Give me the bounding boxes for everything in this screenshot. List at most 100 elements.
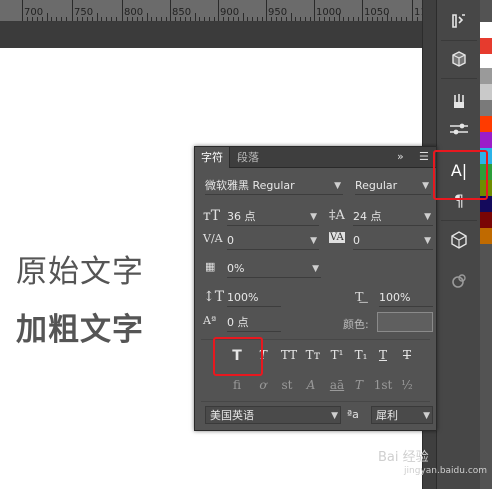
paths-icon[interactable] — [444, 268, 474, 294]
3d-object-icon[interactable] — [444, 46, 474, 72]
baseline-shift-field[interactable]: 0 点 — [227, 314, 281, 332]
chevron-down-icon: ▼ — [422, 181, 429, 191]
panel-dock: A| ¶ — [436, 0, 480, 489]
color-swatch[interactable] — [480, 100, 492, 116]
baseline-shift-value: 0 点 — [227, 316, 249, 329]
discretionary-ligatures-button[interactable]: st — [277, 378, 297, 392]
color-swatch[interactable] — [480, 22, 492, 38]
color-label: 颜色: — [343, 318, 369, 331]
ruler-minor-tick — [36, 17, 38, 21]
ruler-minor-tick — [348, 17, 350, 21]
collapse-icon[interactable]: » — [397, 150, 404, 163]
antialias-dropdown[interactable]: 犀利 ▼ — [371, 406, 433, 424]
ruler-minor-tick — [46, 13, 48, 21]
regular-text-sample: 原始文字 — [16, 254, 144, 290]
tsume-value: 0% — [227, 262, 245, 275]
superscript-button[interactable]: T¹ — [325, 348, 349, 362]
stylistic-alternates-button[interactable]: aā — [325, 378, 349, 392]
chevron-down-icon: ▼ — [424, 236, 431, 246]
ruler-minor-tick — [300, 17, 302, 21]
tab-paragraph[interactable]: 段落 — [231, 147, 265, 168]
tracking-field[interactable]: 0 ▼ — [353, 232, 433, 250]
tab-character[interactable]: 字符 — [195, 147, 230, 168]
ligatures-button[interactable]: fi — [227, 378, 247, 392]
ruler-minor-tick — [406, 17, 408, 21]
adjustments-icon[interactable] — [444, 116, 474, 142]
chevron-down-icon: ▼ — [334, 181, 341, 191]
underline-button[interactable]: T — [373, 348, 393, 362]
ruler-minor-tick — [333, 17, 335, 21]
character-panel: 字符 段落 » ☰ 微软雅黑 Regular ▼ Regular ▼ ᴛT 36… — [194, 146, 437, 431]
ruler-minor-tick — [338, 13, 340, 21]
ruler-minor-tick — [396, 17, 398, 21]
chevron-down-icon: ▼ — [310, 212, 317, 222]
vertical-scale-field[interactable]: 100% — [227, 289, 281, 307]
color-swatch[interactable] — [480, 212, 492, 228]
ruler-minor-tick — [126, 17, 128, 21]
ruler-minor-tick — [156, 17, 158, 21]
ruler-minor-tick — [376, 17, 378, 21]
swatches-strip — [480, 0, 492, 489]
horizontal-scale-field[interactable]: 100% — [379, 289, 433, 307]
ruler-minor-tick — [31, 17, 33, 21]
panel-menu-icon[interactable]: ☰ — [419, 150, 429, 163]
tsume-field[interactable]: 0% ▼ — [227, 260, 321, 278]
kerning-field[interactable]: 0 ▼ — [227, 232, 319, 250]
pasteboard — [0, 22, 422, 48]
leading-field[interactable]: 24 点 ▼ — [353, 208, 433, 226]
ruler-minor-tick — [391, 17, 393, 21]
tsume-icon: ▦ — [205, 260, 216, 273]
ruler-minor-tick — [51, 17, 53, 21]
all-caps-button[interactable]: TT — [277, 348, 301, 362]
ruler-minor-tick — [401, 17, 403, 21]
history-icon[interactable] — [444, 8, 474, 34]
ruler-minor-tick — [247, 17, 249, 21]
ruler-minor-tick — [416, 17, 418, 21]
fractions-button[interactable]: ½ — [397, 378, 417, 392]
ruler-minor-tick — [136, 17, 138, 21]
ruler-major-tick — [170, 0, 171, 21]
horizontal-scale-value: 100% — [379, 291, 411, 304]
ruler-minor-tick — [386, 13, 388, 21]
ruler-minor-tick — [101, 17, 103, 21]
font-family-dropdown[interactable]: 微软雅黑 Regular ▼ — [205, 177, 343, 195]
3d-cube-icon[interactable] — [444, 227, 474, 253]
panel-tabbar: 字符 段落 » ☰ — [195, 147, 436, 168]
ruler-major-tick — [362, 0, 363, 21]
small-caps-button[interactable]: Tт — [301, 348, 325, 362]
ruler-minor-tick — [161, 17, 163, 21]
strikethrough-button[interactable]: T — [397, 348, 417, 362]
ruler-minor-tick — [151, 17, 153, 21]
brushes-icon[interactable] — [444, 88, 474, 114]
ruler-minor-tick — [358, 17, 360, 21]
ruler-minor-tick — [76, 17, 78, 21]
color-swatch[interactable] — [480, 132, 492, 148]
color-swatch[interactable] — [480, 84, 492, 100]
faux-bold-highlight — [213, 337, 263, 376]
font-size-field[interactable]: 36 点 ▼ — [227, 208, 319, 226]
color-swatch[interactable] — [480, 228, 492, 244]
font-size-icon: ᴛT — [203, 208, 221, 224]
bold-text-sample: 加粗文字 — [16, 312, 144, 348]
titling-alternates-button[interactable]: T — [349, 378, 369, 392]
color-swatch[interactable] — [480, 68, 492, 84]
language-dropdown[interactable]: 美国英语 ▼ — [205, 406, 341, 424]
ruler-minor-tick — [41, 17, 43, 21]
font-style-dropdown[interactable]: Regular ▼ — [355, 177, 431, 195]
chevron-down-icon: ▼ — [423, 411, 430, 421]
color-swatch[interactable] — [480, 38, 492, 54]
ruler-minor-tick — [204, 17, 206, 21]
subscript-button[interactable]: T₁ — [349, 348, 373, 362]
text-color-swatch[interactable] — [377, 312, 433, 332]
alternates-button[interactable]: ơ — [253, 378, 273, 392]
ruler-minor-tick — [353, 17, 355, 21]
ruler-minor-tick — [86, 17, 88, 21]
ruler-minor-tick — [280, 17, 282, 21]
ordinals-button[interactable]: 1st — [371, 378, 395, 392]
baidu-watermark: Bai 经验 — [378, 450, 429, 465]
swash-button[interactable]: A — [301, 378, 321, 392]
baseline-shift-icon: Aª — [203, 314, 217, 327]
color-swatch[interactable] — [480, 116, 492, 132]
ruler-major-tick — [72, 0, 73, 21]
ruler-minor-tick — [343, 17, 345, 21]
